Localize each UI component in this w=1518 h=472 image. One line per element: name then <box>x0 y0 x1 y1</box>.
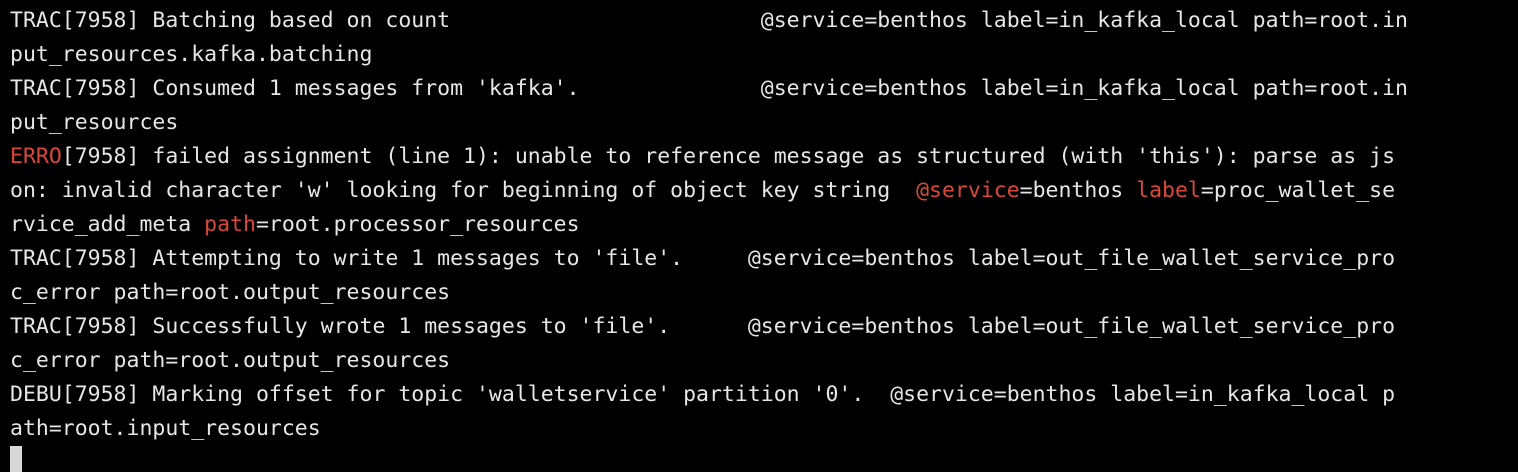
log-line-continuation: c_error path=root.output_resources <box>10 348 451 373</box>
log-line-continuation: on: invalid character 'w' looking for be… <box>10 174 1395 208</box>
log-level: TRAC <box>10 314 62 339</box>
log-message: [7958] Attempting to write 1 messages to… <box>61 246 1396 271</box>
log-message: on: invalid character 'w' looking for be… <box>10 178 917 203</box>
log-message: [7958] Successfully wrote 1 messages to … <box>61 314 1396 339</box>
log-level: DEBU <box>10 382 62 407</box>
field-key-path: path <box>204 212 256 237</box>
log-level-error: ERRO <box>10 144 62 169</box>
log-line: DEBU[7958] Marking offset for topic 'wal… <box>10 378 1395 412</box>
log-line: TRAC[7958] Batching based on count @serv… <box>10 4 1408 38</box>
log-line-continuation: ath=root.input_resources <box>10 416 321 441</box>
log-line: TRAC[7958] Attempting to write 1 message… <box>10 242 1395 276</box>
log-line-continuation: c_error path=root.output_resources <box>10 280 451 305</box>
log-message: [7958] failed assignment (line 1): unabl… <box>61 144 1396 169</box>
log-level: TRAC <box>10 246 62 271</box>
log-message: [7958] Marking offset for topic 'wallets… <box>61 382 1396 407</box>
field-value-service: =benthos <box>1019 178 1137 203</box>
log-message: rvice_add_meta <box>10 212 205 237</box>
field-key-label: label <box>1136 178 1201 203</box>
log-line-continuation: put_resources <box>10 110 179 135</box>
log-level: TRAC <box>10 8 62 33</box>
log-line-continuation: put_resources.kafka.batching <box>10 42 373 67</box>
field-value-label: =proc_wallet_se <box>1200 178 1396 203</box>
log-message: [7958] Batching based on count @service=… <box>61 8 1408 33</box>
log-line-continuation: rvice_add_meta path=root.processor_resou… <box>10 208 580 242</box>
log-line-error: ERRO[7958] failed assignment (line 1): u… <box>10 140 1395 174</box>
terminal-window[interactable]: TRAC[7958] Batching based on count @serv… <box>0 0 1518 472</box>
log-line: TRAC[7958] Successfully wrote 1 messages… <box>10 310 1395 344</box>
log-level: TRAC <box>10 76 62 101</box>
log-message: [7958] Consumed 1 messages from 'kafka'.… <box>61 76 1408 101</box>
field-key-service: @service <box>916 178 1020 203</box>
field-value-path: =root.processor_resources <box>255 212 580 237</box>
log-line: TRAC[7958] Consumed 1 messages from 'kaf… <box>10 72 1408 106</box>
terminal-cursor <box>10 446 22 472</box>
